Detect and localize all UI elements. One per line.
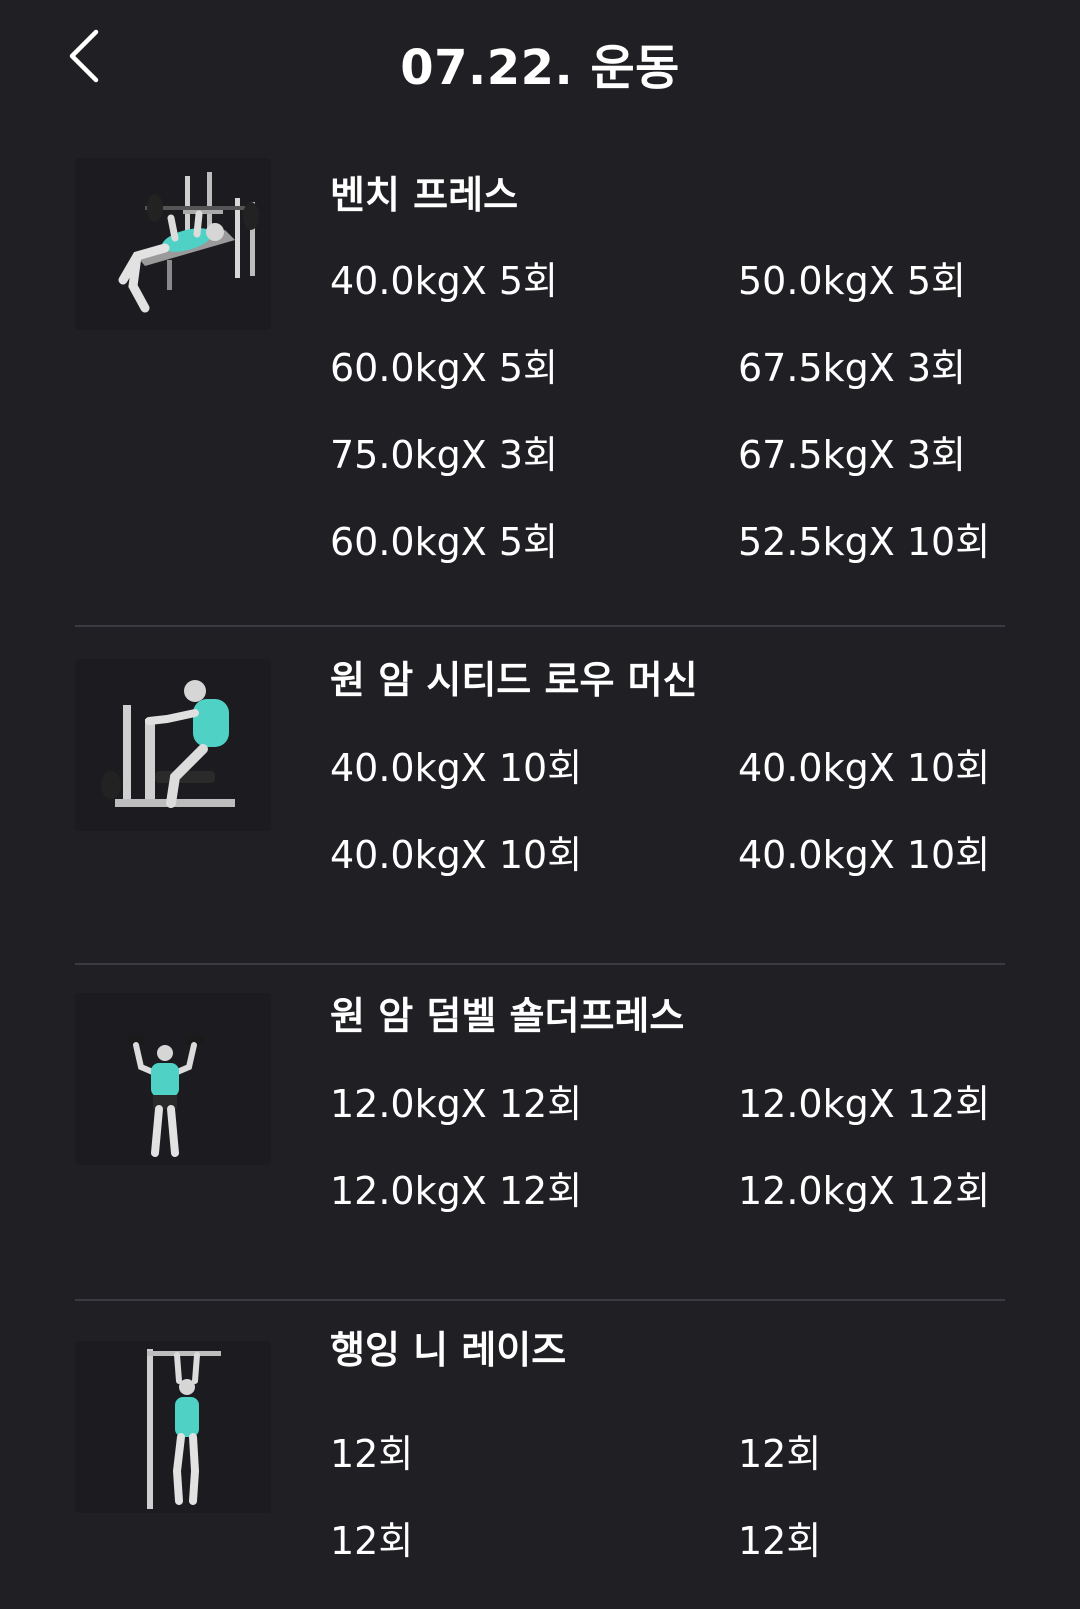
set-entry: 40.0kgX 10회 xyxy=(330,833,583,877)
set-entry: 40.0kgX 5회 xyxy=(330,259,558,303)
set-list: 40.0kgX 10회 40.0kgX 10회 40.0kgX 10회 40.0… xyxy=(330,725,1005,899)
dumbbell-shoulder-press-illustration xyxy=(75,993,271,1165)
set-entry: 67.5kgX 3회 xyxy=(738,346,966,390)
exercise-name: 원 암 덤벨 숄더프레스 xyxy=(330,994,685,1038)
set-entry: 40.0kgX 10회 xyxy=(330,746,583,790)
set-entry: 40.0kgX 10회 xyxy=(738,746,991,790)
hanging-knee-raise-illustration xyxy=(75,1341,271,1513)
exercise-list: 벤치 프레스 40.0kgX 5회 50.0kgX 5회 60.0kgX 5회 … xyxy=(0,150,1080,1609)
header: 07.22. 운동 xyxy=(0,0,1080,120)
set-entry: 12.0kgX 12회 xyxy=(738,1169,991,1213)
set-entry: 60.0kgX 5회 xyxy=(330,520,558,564)
exercise-item[interactable]: 벤치 프레스 40.0kgX 5회 50.0kgX 5회 60.0kgX 5회 … xyxy=(75,150,1005,627)
set-list: 12.0kgX 12회 12.0kgX 12회 12.0kgX 12회 12.0… xyxy=(330,1061,1005,1235)
exercise-item[interactable]: 원 암 덤벨 숄더프레스 12.0kgX 12회 12.0kgX 12회 12.… xyxy=(75,965,1005,1301)
set-entry: 12회 xyxy=(330,1519,414,1563)
set-entry: 12회 xyxy=(738,1519,822,1563)
set-entry: 50.0kgX 5회 xyxy=(738,259,966,303)
exercise-name: 벤치 프레스 xyxy=(330,173,519,217)
set-entry: 12회 xyxy=(738,1432,822,1476)
set-entry: 60.0kgX 5회 xyxy=(330,346,558,390)
set-entry: 75.0kgX 3회 xyxy=(330,433,558,477)
set-entry: 12.0kgX 12회 xyxy=(330,1169,583,1213)
set-list: 12회 12회 12회 12회 xyxy=(330,1411,1005,1585)
set-entry: 12.0kgX 12회 xyxy=(330,1082,583,1126)
set-entry: 40.0kgX 10회 xyxy=(738,833,991,877)
page-title: 07.22. 운동 xyxy=(400,40,680,96)
bench-press-illustration xyxy=(75,158,271,330)
seated-row-machine-illustration xyxy=(75,659,271,831)
exercise-item[interactable]: 행잉 니 레이즈 12회 12회 12회 12회 xyxy=(75,1301,1005,1609)
workout-detail-screen: 07.22. 운동 벤치 프레스 40.0kgX 5회 50.0kgX 5회 6… xyxy=(0,0,1080,1609)
set-entry: 67.5kgX 3회 xyxy=(738,433,966,477)
set-entry: 12회 xyxy=(330,1432,414,1476)
exercise-name: 원 암 시티드 로우 머신 xyxy=(330,658,698,702)
exercise-item[interactable]: 원 암 시티드 로우 머신 40.0kgX 10회 40.0kgX 10회 40… xyxy=(75,627,1005,965)
set-list: 40.0kgX 5회 50.0kgX 5회 60.0kgX 5회 67.5kgX… xyxy=(330,238,1005,586)
exercise-name: 행잉 니 레이즈 xyxy=(330,1328,567,1372)
set-entry: 12.0kgX 12회 xyxy=(738,1082,991,1126)
set-entry: 52.5kgX 10회 xyxy=(738,520,991,564)
